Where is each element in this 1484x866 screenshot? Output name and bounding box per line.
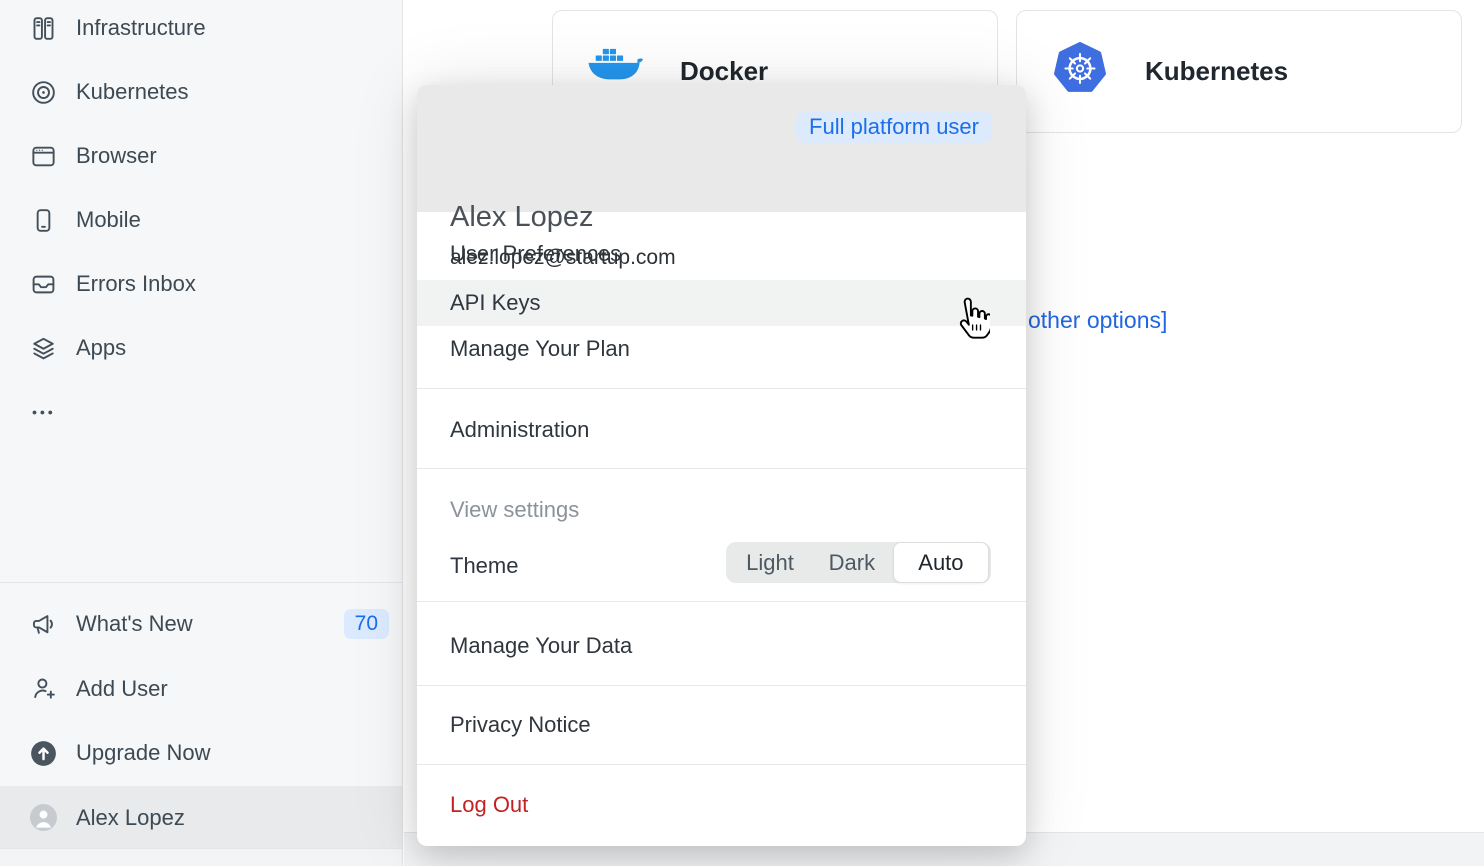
app-screen: Infrastructure Kubernetes Browser Mobile — [0, 0, 1484, 866]
ellipsis-icon — [30, 399, 57, 426]
sidebar-item-current-user[interactable]: Alex Lopez — [0, 786, 402, 851]
sidebar-nav: Infrastructure Kubernetes Browser Mobile — [0, 0, 402, 444]
platform-card-title: Docker — [680, 56, 768, 87]
menu-item-manage-your-data[interactable]: Manage Your Data — [417, 622, 1026, 670]
menu-item-administration[interactable]: Administration — [417, 406, 1026, 454]
sidebar-item-upgrade-now[interactable]: Upgrade Now — [0, 721, 402, 786]
whats-new-count-badge[interactable]: 70 — [344, 609, 389, 639]
inbox-icon — [30, 271, 57, 298]
user-menu-header: Alex Lopez alez.lopez@startup.com Full p… — [417, 85, 1026, 212]
sidebar-item-kubernetes[interactable]: Kubernetes — [0, 60, 402, 124]
platform-card-title: Kubernetes — [1145, 56, 1288, 87]
sidebar-item-errors-inbox[interactable]: Errors Inbox — [0, 252, 402, 316]
kubernetes-helm-icon — [1053, 42, 1107, 101]
sidebar-item-label: Alex Lopez — [76, 805, 185, 831]
sidebar-bottom-strip — [0, 848, 402, 866]
other-options-link[interactable]: other options] — [1028, 307, 1167, 334]
theme-option-dark[interactable]: Dark — [811, 545, 893, 580]
mobile-phone-icon — [30, 207, 57, 234]
role-badge: Full platform user — [796, 111, 992, 143]
megaphone-icon — [30, 611, 57, 638]
add-user-icon — [30, 675, 57, 702]
layers-icon — [30, 335, 57, 362]
upgrade-arrow-icon — [30, 740, 57, 767]
view-settings-section-label: View settings — [417, 486, 1026, 534]
sidebar-footer-nav: What's New 70 Add User Upgrade Now A — [0, 582, 402, 850]
sidebar-item-label: Mobile — [76, 207, 141, 233]
menu-item-user-preferences[interactable]: User Preferences — [417, 230, 1026, 278]
sidebar-item-apps[interactable]: Apps — [0, 316, 402, 380]
pointer-hand-cursor — [952, 296, 990, 342]
user-menu-popover: Alex Lopez alez.lopez@startup.com Full p… — [417, 85, 1026, 846]
sidebar-item-browser[interactable]: Browser — [0, 124, 402, 188]
theme-segmented-control: Light Dark Auto — [726, 542, 991, 583]
sidebar-item-label: Kubernetes — [76, 79, 189, 105]
sidebar-item-infrastructure[interactable]: Infrastructure — [0, 0, 402, 60]
sidebar-item-label: What's New — [76, 611, 193, 637]
servers-icon — [30, 15, 57, 42]
theme-option-auto[interactable]: Auto — [893, 542, 989, 583]
theme-option-light[interactable]: Light — [729, 545, 811, 580]
sidebar-item-label: Upgrade Now — [76, 740, 211, 766]
sidebar-item-more[interactable] — [0, 380, 402, 444]
menu-divider — [417, 388, 1026, 389]
menu-item-privacy-notice[interactable]: Privacy Notice — [417, 701, 1026, 749]
sidebar-item-add-user[interactable]: Add User — [0, 657, 402, 722]
sidebar-item-label: Errors Inbox — [76, 271, 196, 297]
sidebar-item-label: Add User — [76, 676, 168, 702]
sidebar-item-label: Infrastructure — [76, 15, 206, 41]
sidebar-item-mobile[interactable]: Mobile — [0, 188, 402, 252]
menu-item-log-out[interactable]: Log Out — [417, 781, 1026, 829]
menu-divider — [417, 764, 1026, 765]
menu-divider — [417, 468, 1026, 469]
avatar-icon — [30, 804, 57, 831]
sidebar: Infrastructure Kubernetes Browser Mobile — [0, 0, 403, 866]
menu-divider — [417, 685, 1026, 686]
menu-item-api-keys[interactable]: API Keys — [417, 280, 1026, 326]
sidebar-item-whats-new[interactable]: What's New 70 — [0, 592, 402, 657]
sidebar-item-label: Browser — [76, 143, 157, 169]
target-icon — [30, 79, 57, 106]
browser-window-icon — [30, 143, 57, 170]
menu-item-manage-your-plan[interactable]: Manage Your Plan — [417, 325, 1026, 373]
platform-card-kubernetes[interactable]: Kubernetes — [1016, 10, 1462, 133]
menu-divider — [417, 601, 1026, 602]
sidebar-item-label: Apps — [76, 335, 126, 361]
